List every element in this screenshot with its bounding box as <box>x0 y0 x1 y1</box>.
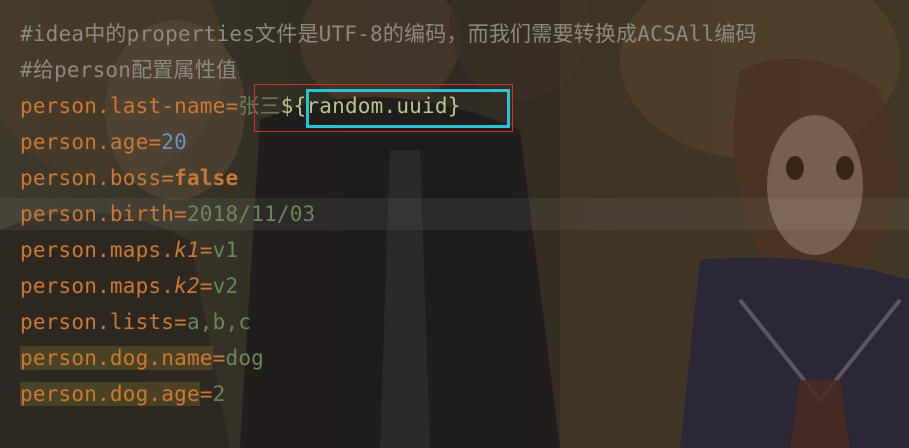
comment-person-config: #给person配置属性值 <box>20 58 238 82</box>
property-key: person.maps. <box>20 274 175 298</box>
property-key: person.dog.name <box>20 346 213 370</box>
equals-sign: = <box>199 382 213 406</box>
property-key: person.age <box>20 130 149 154</box>
line-person-dog-age[interactable]: person.dog.age=2 <box>20 378 226 410</box>
line-person-age[interactable]: person.age=20 <box>20 126 187 158</box>
property-value: 2018/11/03 <box>186 202 316 226</box>
equals-sign: = <box>225 94 239 118</box>
line-person-dog-name[interactable]: person.dog.name=dog <box>20 342 264 374</box>
equals-sign: = <box>199 274 213 298</box>
property-value: v2 <box>212 274 239 298</box>
equals-sign: = <box>212 346 226 370</box>
line-person-lists[interactable]: person.lists=a,b,c <box>20 306 251 338</box>
line-person-birth[interactable]: person.birth=2018/11/03 <box>20 198 315 230</box>
property-value: v1 <box>212 238 239 262</box>
property-key: person.lists <box>20 310 175 334</box>
line-person-maps-k2[interactable]: person.maps.k2=v2 <box>20 270 238 302</box>
cyan-highlight-box <box>306 89 510 128</box>
equals-sign: = <box>148 130 162 154</box>
property-value: 20 <box>161 130 187 154</box>
property-value: a,b,c <box>186 310 252 334</box>
property-map-key: k1 <box>174 238 200 262</box>
property-value: dog <box>225 346 265 370</box>
property-key: person.last-name <box>20 94 226 118</box>
equals-sign: = <box>161 166 175 190</box>
equals-sign: = <box>174 202 187 226</box>
equals-sign: = <box>199 238 213 262</box>
equals-sign: = <box>174 310 187 334</box>
property-key: person.dog.age <box>20 382 200 406</box>
comment-encoding-note: #idea中的properties文件是UTF-8的编码，而我们需要转换成ACS… <box>20 22 757 46</box>
property-key: person.boss <box>20 166 162 190</box>
property-key: person.maps. <box>20 238 175 262</box>
properties-editor[interactable]: #idea中的properties文件是UTF-8的编码，而我们需要转换成ACS… <box>0 0 909 448</box>
property-value: false <box>174 166 239 190</box>
line-person-maps-k1[interactable]: person.maps.k1=v1 <box>20 234 238 266</box>
line-person-boss[interactable]: person.boss=false <box>20 162 238 194</box>
property-value: 2 <box>212 382 226 406</box>
property-key: person.birth <box>20 202 175 226</box>
property-map-key: k2 <box>174 274 200 298</box>
